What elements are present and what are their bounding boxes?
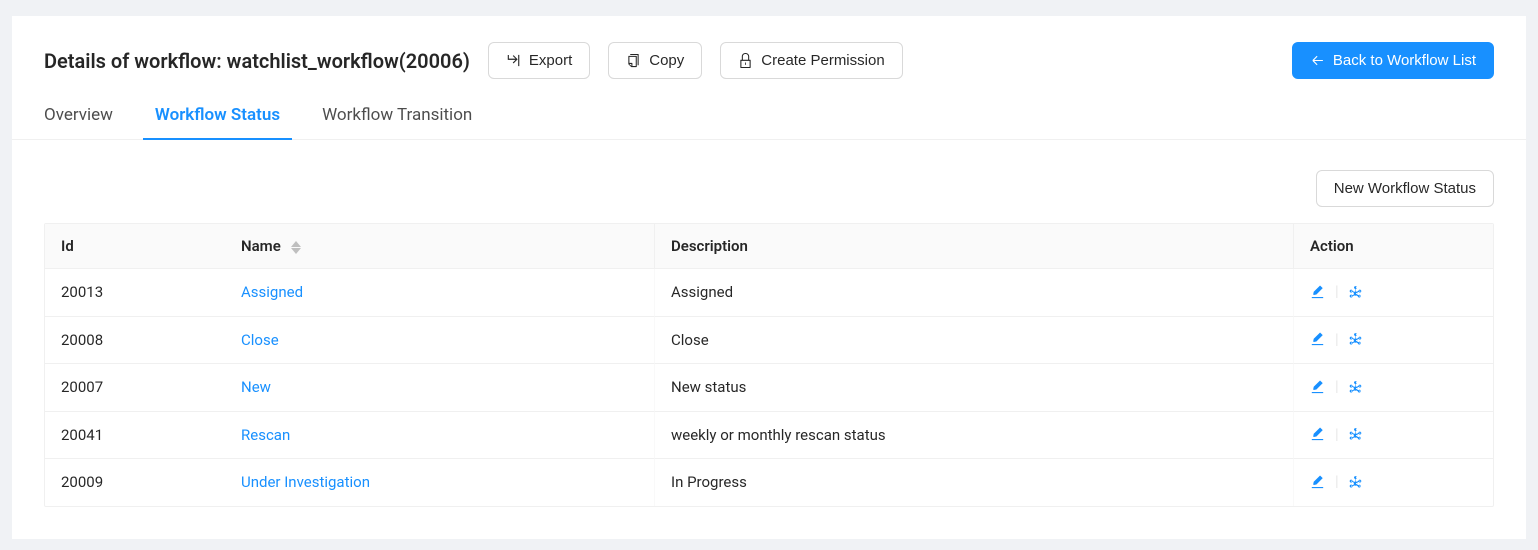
edit-icon[interactable]: [1310, 284, 1325, 299]
tab-overview[interactable]: Overview: [44, 95, 113, 139]
edit-icon[interactable]: [1310, 331, 1325, 346]
cell-description: Close: [655, 317, 1293, 365]
col-header-name-label: Name: [241, 237, 281, 255]
arrow-left-icon: [1310, 53, 1325, 68]
export-label: Export: [529, 50, 572, 71]
lock-icon: [738, 53, 753, 68]
new-workflow-status-button[interactable]: New Workflow Status: [1316, 170, 1494, 207]
table-row: 20007 New New status |: [45, 364, 1493, 412]
copy-label: Copy: [649, 50, 684, 71]
export-icon: [506, 53, 521, 68]
col-header-id: Id: [45, 224, 225, 269]
table-row: 20041 Rescan weekly or monthly rescan st…: [45, 412, 1493, 460]
page-title: Details of workflow: watchlist_workflow(…: [44, 49, 470, 73]
export-button[interactable]: Export: [488, 42, 590, 79]
col-header-description: Description: [655, 224, 1293, 269]
cell-name-link[interactable]: Rescan: [241, 426, 290, 444]
branch-icon[interactable]: [1349, 474, 1364, 489]
create-permission-label: Create Permission: [761, 50, 884, 71]
cell-description: New status: [655, 364, 1293, 412]
col-header-action: Action: [1293, 224, 1493, 269]
cell-name-link[interactable]: Close: [241, 331, 279, 349]
branch-icon[interactable]: [1349, 379, 1364, 394]
edit-icon[interactable]: [1310, 474, 1325, 489]
cell-description: Assigned: [655, 269, 1293, 317]
back-button[interactable]: Back to Workflow List: [1292, 42, 1494, 79]
tab-workflow-transition[interactable]: Workflow Transition: [322, 95, 472, 139]
divider: |: [1335, 282, 1339, 300]
table-row: 20008 Close Close |: [45, 317, 1493, 365]
table-row: 20013 Assigned Assigned |: [45, 269, 1493, 317]
edit-icon[interactable]: [1310, 426, 1325, 441]
table-row: 20009 Under Investigation In Progress |: [45, 459, 1493, 506]
cell-id: 20007: [45, 364, 225, 412]
cell-id: 20013: [45, 269, 225, 317]
tab-workflow-status[interactable]: Workflow Status: [155, 95, 280, 139]
divider: |: [1335, 472, 1339, 490]
cell-description: weekly or monthly rescan status: [655, 412, 1293, 460]
divider: |: [1335, 330, 1339, 348]
copy-icon: [626, 53, 641, 68]
cell-name-link[interactable]: Assigned: [241, 283, 303, 301]
cell-name-link[interactable]: New: [241, 378, 271, 396]
branch-icon[interactable]: [1349, 284, 1364, 299]
cell-description: In Progress: [655, 459, 1293, 506]
copy-button[interactable]: Copy: [608, 42, 702, 79]
col-header-name[interactable]: Name: [225, 224, 655, 269]
tabs: Overview Workflow Status Workflow Transi…: [12, 95, 1526, 140]
branch-icon[interactable]: [1349, 426, 1364, 441]
create-permission-button[interactable]: Create Permission: [720, 42, 902, 79]
edit-icon[interactable]: [1310, 379, 1325, 394]
branch-icon[interactable]: [1349, 331, 1364, 346]
divider: |: [1335, 425, 1339, 443]
cell-id: 20041: [45, 412, 225, 460]
cell-id: 20008: [45, 317, 225, 365]
cell-name-link[interactable]: Under Investigation: [241, 473, 370, 491]
cell-id: 20009: [45, 459, 225, 506]
back-label: Back to Workflow List: [1333, 50, 1476, 71]
sort-icon: [291, 241, 301, 254]
divider: |: [1335, 377, 1339, 395]
status-table: Id Name Description Action 20013 Assigne…: [44, 223, 1494, 507]
